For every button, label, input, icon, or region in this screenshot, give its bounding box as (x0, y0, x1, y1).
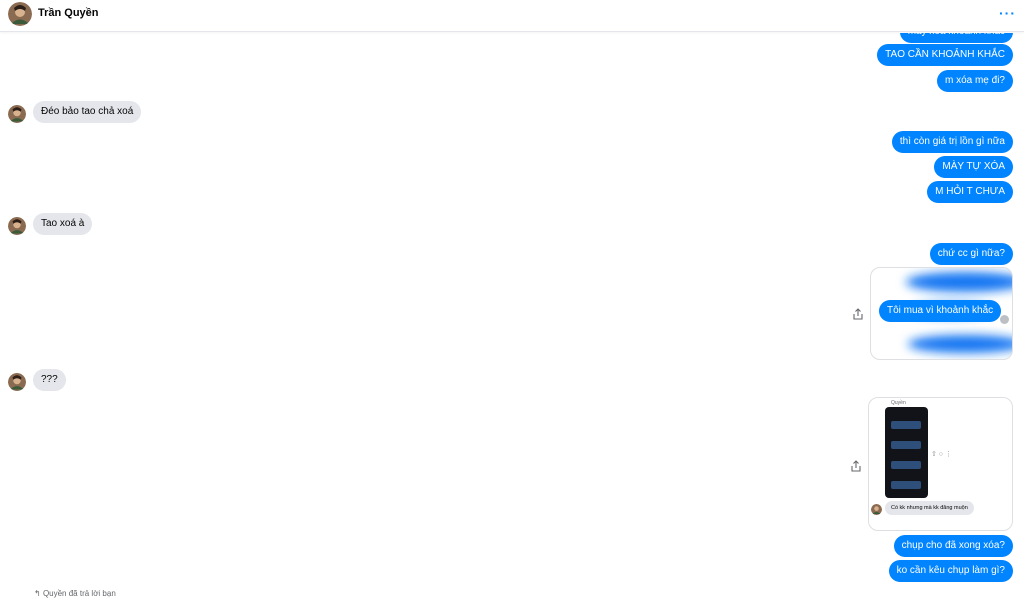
share-icon[interactable] (850, 459, 862, 472)
incoming-message: ??? (33, 369, 66, 391)
outgoing-message: mày xoá khoảnh khắc (899, 33, 1013, 43)
outgoing-message: TAO CẦN KHOẢNH KHẮC (877, 44, 1013, 66)
outgoing-message: M HỎI T CHƯA (927, 181, 1013, 203)
screenshot-reply-text: Có kk nhưng mà kk đăng muộn (885, 501, 974, 515)
contact-avatar (8, 105, 26, 123)
more-options-icon[interactable]: ··· (999, 5, 1016, 21)
outgoing-message: thì còn giá trị lồn gì nữa (891, 131, 1013, 153)
phone-screenshot-image (885, 407, 928, 498)
story-caption: Tôi mua vì khoảnh khắc (879, 300, 1002, 322)
incoming-message: Đéo bảo tao chả xoá (33, 101, 142, 123)
shared-story-attachment[interactable]: Tôi mua vì khoảnh khắc (870, 267, 1013, 360)
incoming-message: Tao xoá à (33, 213, 93, 235)
screenshot-sender-label: Quyền (891, 400, 906, 406)
screenshot-attachment[interactable]: Quyền ⇧ ○ ⋮ Có kk nhưng mà kk đăng muộn (868, 397, 1013, 531)
contact-avatar (8, 373, 26, 391)
contact-avatar[interactable] (8, 2, 32, 26)
reply-note-text: Quyền đã trả lời bạn (42, 589, 116, 598)
outgoing-message: MÀY TỰ XÓA (934, 156, 1013, 178)
outgoing-message: chứ cc gì nữa? (929, 243, 1013, 265)
outgoing-message: chụp cho đã xong xóa? (893, 535, 1013, 557)
reply-arrow-icon: ↰ (34, 589, 41, 598)
outgoing-message: m xóa mẹ đi? (936, 70, 1013, 92)
message-thread: mày xoá khoảnh khắc TAO CẦN KHOẢNH KHẮC … (0, 33, 1024, 599)
contact-name[interactable]: Trần Quyền (38, 7, 99, 19)
contact-avatar (871, 504, 882, 515)
share-icon[interactable] (852, 307, 864, 320)
conversation-header: Trần Quyền ··· (0, 0, 1024, 32)
contact-avatar (8, 217, 26, 235)
seen-check-icon (1000, 315, 1009, 324)
reaction-icons: ⇧ ○ ⋮ (931, 451, 952, 458)
outgoing-message: ko cần kêu chụp làm gì? (888, 560, 1013, 582)
reply-note: ↰ Quyền đã trả lời bạn (34, 589, 116, 598)
